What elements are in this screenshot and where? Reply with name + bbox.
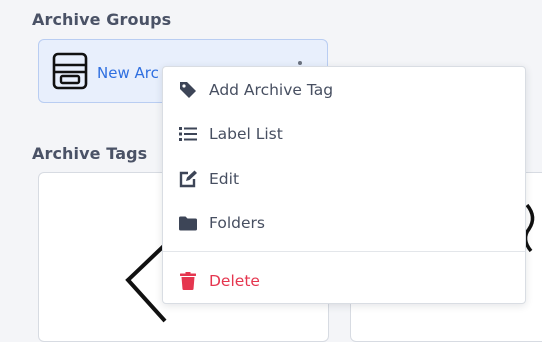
archive-tags-title: Archive Tags	[32, 144, 148, 163]
trash-icon	[177, 270, 199, 292]
menu-item-label-list[interactable]: Label List	[163, 116, 525, 152]
menu-item-label: Delete	[209, 272, 260, 290]
menu-item-label: Edit	[209, 170, 240, 188]
menu-item-label: Add Archive Tag	[209, 81, 334, 99]
menu-item-add-archive-tag[interactable]: Add Archive Tag	[163, 72, 525, 108]
menu-item-folders[interactable]: Folders	[163, 205, 525, 241]
menu-item-delete[interactable]: Delete	[163, 263, 525, 299]
menu-item-label: Folders	[209, 214, 265, 232]
folder-icon	[177, 212, 199, 234]
archive-groups-title: Archive Groups	[32, 10, 172, 29]
context-menu: Add Archive Tag Label List Edit Folders …	[162, 66, 526, 304]
menu-divider	[163, 251, 525, 252]
file-cabinet-icon	[52, 52, 88, 94]
list-icon	[177, 123, 199, 145]
edit-icon	[177, 168, 199, 190]
menu-item-label: Label List	[209, 125, 283, 143]
menu-item-edit[interactable]: Edit	[163, 161, 525, 197]
archive-group-name[interactable]: New Arc	[97, 64, 159, 82]
tag-icon	[177, 79, 199, 101]
